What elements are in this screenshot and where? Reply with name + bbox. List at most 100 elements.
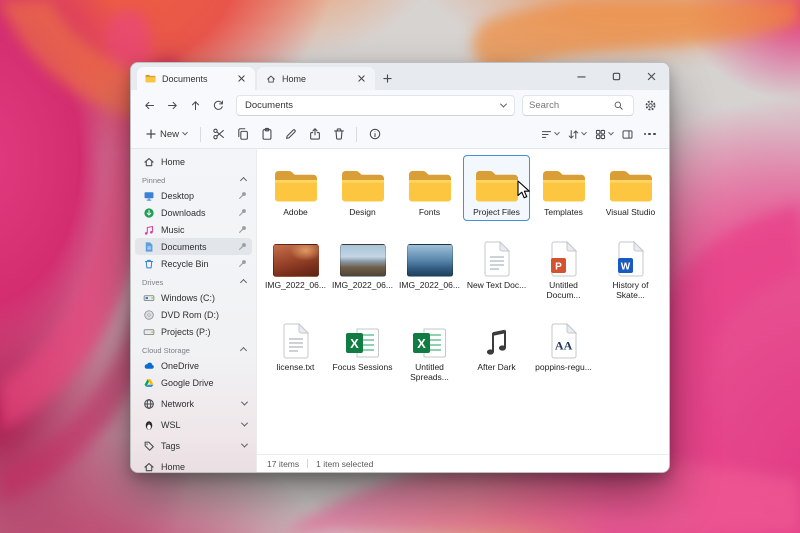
chevron-down-icon <box>240 440 249 448</box>
close-button[interactable] <box>634 63 669 90</box>
mouse-cursor <box>517 180 530 199</box>
tab-label: Documents <box>162 73 208 84</box>
file-item-history-of-skate[interactable]: W History of Skate... <box>597 228 664 304</box>
settings-gear-icon[interactable] <box>640 95 661 116</box>
sidebar-item-label: WSL <box>161 419 181 430</box>
file-item-fonts[interactable]: Fonts <box>396 155 463 221</box>
delete-button[interactable] <box>327 123 350 145</box>
svg-text:P: P <box>555 261 562 272</box>
new-tab-button[interactable] <box>381 72 394 85</box>
sidebar-item-label: Music <box>161 224 185 235</box>
search-icon <box>614 101 623 110</box>
chevron-down-icon[interactable] <box>499 100 508 108</box>
sort-arrows-icon <box>569 129 579 139</box>
tab-close-icon[interactable] <box>355 72 368 85</box>
sidebar-item-documents[interactable]: Documents <box>135 238 252 255</box>
sidebar-item-music[interactable]: Music <box>135 221 252 238</box>
sidebar-section-pinned[interactable]: Pinned <box>131 173 256 187</box>
home-icon <box>142 155 155 168</box>
sidebar-item-tags[interactable]: Tags <box>135 437 252 454</box>
google-drive-icon <box>142 376 155 389</box>
file-item-after-dark[interactable]: After Dark <box>463 310 530 386</box>
sidebar-item-windows-c[interactable]: Windows (C:) <box>135 289 252 306</box>
file-item-img3[interactable]: IMG_2022_06... <box>396 228 463 304</box>
search-box[interactable] <box>522 94 634 116</box>
sidebar-item-recycle-bin[interactable]: Recycle Bin <box>135 255 252 272</box>
rename-button[interactable] <box>279 123 302 145</box>
sidebar-item-google-drive[interactable]: Google Drive <box>135 374 252 391</box>
maximize-button[interactable] <box>599 63 634 90</box>
paste-button[interactable] <box>255 123 278 145</box>
sidebar-item-label: Desktop <box>161 190 195 201</box>
sidebar-item-tag-home[interactable]: Home <box>135 458 252 472</box>
file-item-img1[interactable]: IMG_2022_06... <box>262 228 329 304</box>
sidebar-item-label: OneDrive <box>161 360 200 371</box>
tab-close-icon[interactable] <box>235 72 248 85</box>
search-input[interactable] <box>529 99 613 111</box>
up-button[interactable] <box>185 95 206 116</box>
file-item-poppins-font[interactable]: AA poppins-regu... <box>530 310 597 386</box>
back-button[interactable] <box>139 95 160 116</box>
sidebar-item-label: Projects (P:) <box>161 326 211 337</box>
sidebar-item-home[interactable]: Home <box>135 153 252 170</box>
file-item-label: Untitled Spreads... <box>410 363 449 383</box>
sidebar-item-onedrive[interactable]: OneDrive <box>135 357 252 374</box>
file-item-templates[interactable]: Templates <box>530 155 597 221</box>
sidebar-item-label: Home <box>161 461 186 472</box>
text-document-icon <box>484 240 510 277</box>
sidebar-item-desktop[interactable]: Desktop <box>135 187 252 204</box>
minimize-button[interactable] <box>564 63 599 90</box>
document-icon <box>142 240 155 253</box>
sidebar-item-label: Recycle Bin <box>161 258 209 269</box>
share-button[interactable] <box>303 123 326 145</box>
copy-button[interactable] <box>231 123 254 145</box>
file-item-visual-studio[interactable]: Visual Studio <box>597 155 664 221</box>
file-item-license[interactable]: license.txt <box>262 310 329 386</box>
section-label: Drives <box>142 277 164 287</box>
file-item-new-text-doc[interactable]: New Text Doc... <box>463 228 530 304</box>
folder-icon <box>475 171 518 202</box>
file-item-design[interactable]: Design <box>329 155 396 221</box>
cut-button[interactable] <box>207 123 230 145</box>
more-button[interactable] <box>638 123 661 145</box>
tab-home[interactable]: Home <box>257 67 375 90</box>
sidebar: Home Pinned Desktop Downloads Music Docu… <box>131 149 257 472</box>
details-pane-button[interactable] <box>617 123 638 145</box>
address-bar[interactable]: Documents <box>236 94 515 116</box>
refresh-button[interactable] <box>208 95 229 116</box>
home-icon <box>264 72 277 85</box>
svg-text:AA: AA <box>554 339 572 353</box>
forward-button[interactable] <box>162 95 183 116</box>
chevron-down-icon <box>581 129 588 136</box>
file-item-untitled-ppt[interactable]: P Untitled Docum... <box>530 228 597 304</box>
photo-thumbnail <box>339 243 386 277</box>
file-item-label: Design <box>349 208 376 217</box>
sidebar-section-drives[interactable]: Drives <box>131 275 256 289</box>
sort-button[interactable] <box>563 123 590 145</box>
command-bar-right <box>536 123 661 145</box>
group-by-button[interactable] <box>536 123 563 145</box>
file-item-label: Adobe <box>283 208 308 217</box>
tab-strip: Documents Home <box>131 63 669 90</box>
file-item-img2[interactable]: IMG_2022_06... <box>329 228 396 304</box>
file-item-adobe[interactable]: Adobe <box>262 155 329 221</box>
sidebar-item-label: Google Drive <box>161 377 214 388</box>
sidebar-item-wsl[interactable]: WSL <box>135 416 252 433</box>
sidebar-item-network[interactable]: Network <box>135 395 252 412</box>
dvd-disc-icon <box>142 308 155 321</box>
font-file-icon: AA <box>551 323 577 359</box>
sidebar-item-label: Tags <box>161 440 181 451</box>
file-item-focus-sessions[interactable]: X Focus Sessions <box>329 310 396 386</box>
new-button[interactable]: New <box>139 123 194 145</box>
sidebar-item-downloads[interactable]: Downloads <box>135 204 252 221</box>
file-item-label: IMG_2022_06... <box>399 280 460 290</box>
info-button[interactable] <box>363 123 386 145</box>
photo-thumbnail <box>272 243 319 277</box>
svg-text:X: X <box>350 336 359 351</box>
sidebar-item-dvd-d[interactable]: DVD Rom (D:) <box>135 306 252 323</box>
tab-documents[interactable]: Documents <box>137 67 255 90</box>
sidebar-section-cloud-storage[interactable]: Cloud Storage <box>131 343 256 357</box>
layout-view-button[interactable] <box>590 123 617 145</box>
file-item-untitled-spreadsheet[interactable]: X Untitled Spreads... <box>396 310 463 386</box>
sidebar-item-projects-p[interactable]: Projects (P:) <box>135 323 252 340</box>
